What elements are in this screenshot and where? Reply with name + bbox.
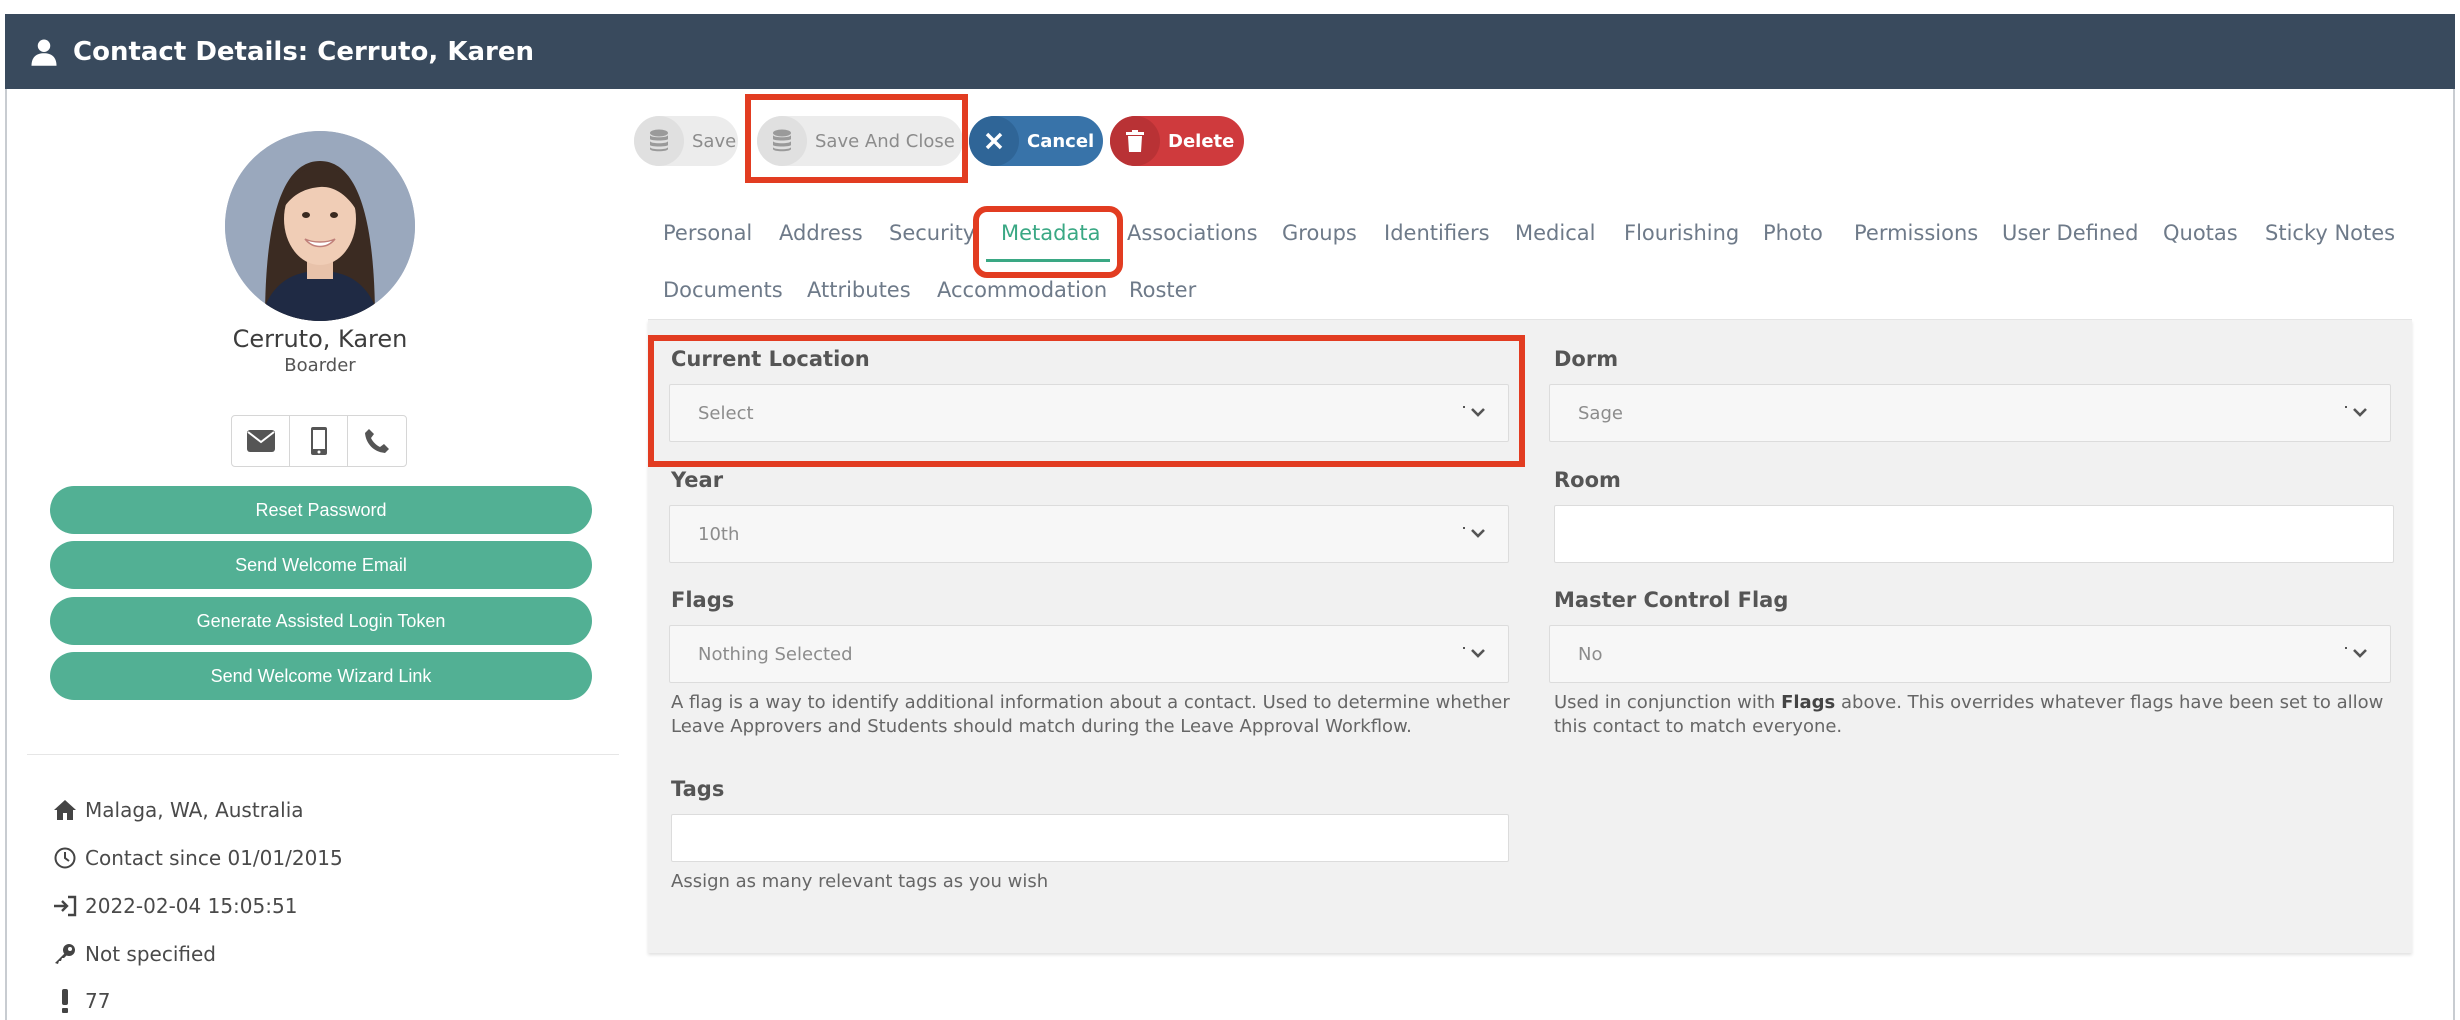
flags-label: Flags: [671, 588, 735, 612]
tab-attributes[interactable]: Attributes: [807, 278, 911, 302]
exclamation-icon: [62, 989, 68, 1013]
current-location-select[interactable]: Select: [669, 384, 1509, 442]
master-control-flag-label: Master Control Flag: [1554, 588, 1789, 612]
year-label: Year: [671, 468, 724, 492]
room-input[interactable]: [1554, 505, 2394, 563]
tab-associations[interactable]: Associations: [1127, 221, 1258, 245]
avatar: [225, 131, 415, 321]
delete-button[interactable]: Delete: [1110, 116, 1244, 166]
trash-icon: [1126, 130, 1144, 152]
page-title: Contact Details: Cerruto, Karen: [73, 36, 535, 67]
tab-address[interactable]: Address: [779, 221, 863, 245]
tab-quotas[interactable]: Quotas: [2163, 221, 2238, 245]
tab-roster[interactable]: Roster: [1129, 278, 1196, 302]
envelope-icon: [246, 430, 275, 452]
chevron-down-icon: [1463, 406, 1485, 417]
cancel-button[interactable]: Cancel: [969, 116, 1103, 166]
mobile-icon: [310, 427, 327, 455]
flags-select[interactable]: Nothing Selected: [669, 625, 1509, 683]
tab-identifiers[interactable]: Identifiers: [1384, 221, 1490, 245]
profile-panel: Cerruto, Karen Boarder Reset Password Se…: [5, 89, 619, 1020]
save-and-close-button[interactable]: Save And Close: [757, 116, 963, 166]
user-icon: [31, 39, 57, 66]
database-icon: [650, 129, 668, 152]
master-control-flag-select[interactable]: No: [1549, 625, 2391, 683]
close-icon: [985, 132, 1003, 150]
profile-role: Boarder: [284, 355, 356, 376]
active-tab-indicator: [986, 259, 1110, 262]
home-icon: [54, 800, 76, 820]
current-location-label: Current Location: [671, 347, 870, 371]
tab-groups[interactable]: Groups: [1282, 221, 1357, 245]
tab-bar: [648, 196, 2412, 320]
tab-user-defined[interactable]: User Defined: [2002, 221, 2138, 245]
info-alert-count: 77: [51, 984, 110, 1018]
chevron-down-icon: [2345, 406, 2367, 417]
master-control-flag-help-text: Used in conjunction with Flags above. Th…: [1554, 692, 2384, 737]
chevron-down-icon: [2345, 647, 2367, 658]
flags-help-text: A flag is a way to identify additional i…: [671, 692, 1510, 737]
page-header: Contact Details: Cerruto, Karen: [5, 14, 2455, 89]
phone-button[interactable]: [348, 416, 406, 466]
tab-accommodation[interactable]: Accommodation: [937, 278, 1107, 302]
send-welcome-wizard-link-button[interactable]: Send Welcome Wizard Link: [50, 652, 592, 700]
reset-password-button[interactable]: Reset Password: [50, 486, 592, 534]
tab-photo[interactable]: Photo: [1763, 221, 1823, 245]
dorm-label: Dorm: [1554, 347, 1619, 371]
sign-in-icon: [54, 895, 77, 917]
database-icon: [773, 129, 791, 152]
info-last-login: 2022-02-04 15:05:51: [51, 889, 297, 923]
tags-label: Tags: [671, 777, 725, 801]
dorm-select[interactable]: Sage: [1549, 384, 2391, 442]
year-select[interactable]: 10th: [669, 505, 1509, 563]
profile-name: Cerruto, Karen: [232, 325, 408, 353]
divider: [27, 754, 619, 755]
tab-metadata[interactable]: Metadata: [1001, 221, 1100, 245]
info-contact-since: Contact since 01/01/2015: [51, 841, 343, 875]
clock-icon: [54, 847, 76, 869]
tab-documents[interactable]: Documents: [663, 278, 783, 302]
contact-button-group: [231, 415, 407, 467]
key-icon: [55, 944, 75, 964]
tab-sticky-notes[interactable]: Sticky Notes: [2265, 221, 2395, 245]
tab-medical[interactable]: Medical: [1515, 221, 1595, 245]
tab-permissions[interactable]: Permissions: [1854, 221, 1978, 245]
phone-icon: [365, 429, 389, 453]
mobile-button[interactable]: [290, 416, 348, 466]
email-button[interactable]: [232, 416, 290, 466]
send-welcome-email-button[interactable]: Send Welcome Email: [50, 541, 592, 589]
generate-login-token-button[interactable]: Generate Assisted Login Token: [50, 597, 592, 645]
chevron-down-icon: [1463, 647, 1485, 658]
room-label: Room: [1554, 468, 1621, 492]
tab-flourishing[interactable]: Flourishing: [1624, 221, 1739, 245]
info-password: Not specified: [51, 937, 216, 971]
chevron-down-icon: [1463, 527, 1485, 538]
tags-help-text: Assign as many relevant tags as you wish: [671, 871, 1049, 892]
tab-security[interactable]: Security: [889, 221, 975, 245]
tags-input[interactable]: [671, 814, 1509, 862]
tab-personal[interactable]: Personal: [663, 221, 752, 245]
info-location: Malaga, WA, Australia: [51, 793, 304, 827]
save-button[interactable]: Save: [634, 116, 738, 166]
